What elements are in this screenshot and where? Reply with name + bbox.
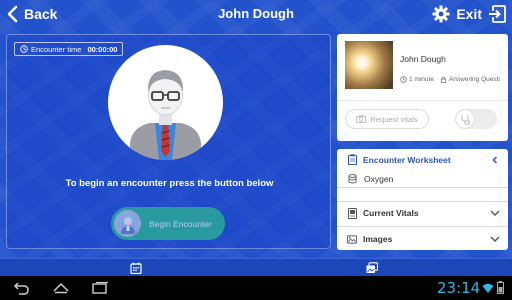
lock-icon bbox=[440, 76, 447, 83]
top-bar: Back John Dough Exit bbox=[0, 0, 512, 30]
camera-icon bbox=[356, 115, 367, 123]
chevron-left-icon[interactable] bbox=[490, 156, 500, 164]
encounter-panel: Encounter time 00:00:00 To begin an enco… bbox=[6, 34, 331, 249]
status-text: Answering Questi bbox=[448, 76, 500, 83]
begin-prompt: To begin an encounter press the button b… bbox=[65, 178, 274, 189]
timer-value: 00:00:00 bbox=[87, 44, 118, 54]
patient-illustration bbox=[130, 70, 201, 160]
current-vitals-label: Current Vitals bbox=[363, 208, 419, 218]
encounter-timer: Encounter time 00:00:00 bbox=[14, 42, 124, 56]
duration-text: 1 minute bbox=[409, 76, 434, 83]
worksheet-item-oxygen[interactable]: Oxygen bbox=[337, 170, 508, 187]
worksheet-item-current-vitals[interactable]: Current Vitals bbox=[337, 202, 508, 224]
recents-nav-icon[interactable] bbox=[91, 281, 109, 295]
stethoscope-icon bbox=[461, 114, 470, 125]
worksheet-item-images[interactable]: Images bbox=[337, 228, 508, 250]
patient-meta: 1 minute Answering Questi bbox=[400, 76, 500, 83]
gallery-icon[interactable] bbox=[366, 262, 378, 274]
clock-icon bbox=[400, 76, 407, 83]
begin-encounter-button[interactable]: Begin Encounter bbox=[111, 207, 225, 240]
oxygen-label: Oxygen bbox=[364, 173, 394, 184]
timer-label: Encounter time bbox=[31, 44, 82, 54]
clock-icon bbox=[20, 45, 28, 53]
patient-name: John Dough bbox=[400, 54, 446, 64]
status-info: Answering Questi bbox=[440, 76, 500, 83]
clipboard-icon bbox=[347, 154, 357, 165]
patient-avatar bbox=[108, 45, 223, 160]
images-label: Images bbox=[363, 234, 393, 244]
worksheet-header[interactable]: Encounter Worksheet bbox=[337, 149, 508, 170]
exit-button[interactable]: Exit bbox=[432, 5, 506, 23]
home-nav-icon[interactable] bbox=[52, 281, 70, 295]
patient-photo bbox=[345, 41, 393, 89]
wifi-icon bbox=[482, 283, 494, 293]
bottom-tab-bar bbox=[0, 258, 512, 276]
duration-info: 1 minute bbox=[400, 76, 434, 83]
chevron-down-icon[interactable] bbox=[490, 209, 500, 217]
encounter-worksheet: Encounter Worksheet Oxygen Current Vital… bbox=[337, 149, 508, 250]
exit-door-icon bbox=[489, 5, 506, 23]
system-clock: 23:14 bbox=[437, 279, 481, 297]
image-icon bbox=[347, 234, 357, 245]
chevron-down-icon[interactable] bbox=[490, 235, 500, 243]
gear-icon bbox=[432, 5, 450, 23]
exit-label: Exit bbox=[456, 6, 482, 22]
worksheet-separator bbox=[337, 226, 508, 227]
request-vitals-label: Request vitals bbox=[370, 114, 418, 124]
calendar-icon[interactable] bbox=[130, 262, 142, 274]
card-divider bbox=[337, 100, 508, 101]
doctor-avatar-icon bbox=[114, 210, 141, 237]
system-nav-bar: 23:14 bbox=[0, 276, 512, 300]
cylinder-icon bbox=[347, 173, 357, 184]
toggle-knob bbox=[456, 110, 474, 128]
vitals-toggle[interactable] bbox=[455, 109, 497, 129]
battery-icon bbox=[497, 281, 504, 294]
worksheet-title: Encounter Worksheet bbox=[363, 154, 451, 165]
request-vitals-button[interactable]: Request vitals bbox=[345, 109, 429, 129]
back-nav-icon[interactable] bbox=[12, 281, 30, 295]
monitor-icon bbox=[347, 207, 357, 219]
begin-encounter-label: Begin Encounter bbox=[149, 218, 212, 229]
worksheet-separator bbox=[337, 187, 508, 188]
patient-card: John Dough 1 minute Answering Questi Req… bbox=[337, 34, 508, 141]
